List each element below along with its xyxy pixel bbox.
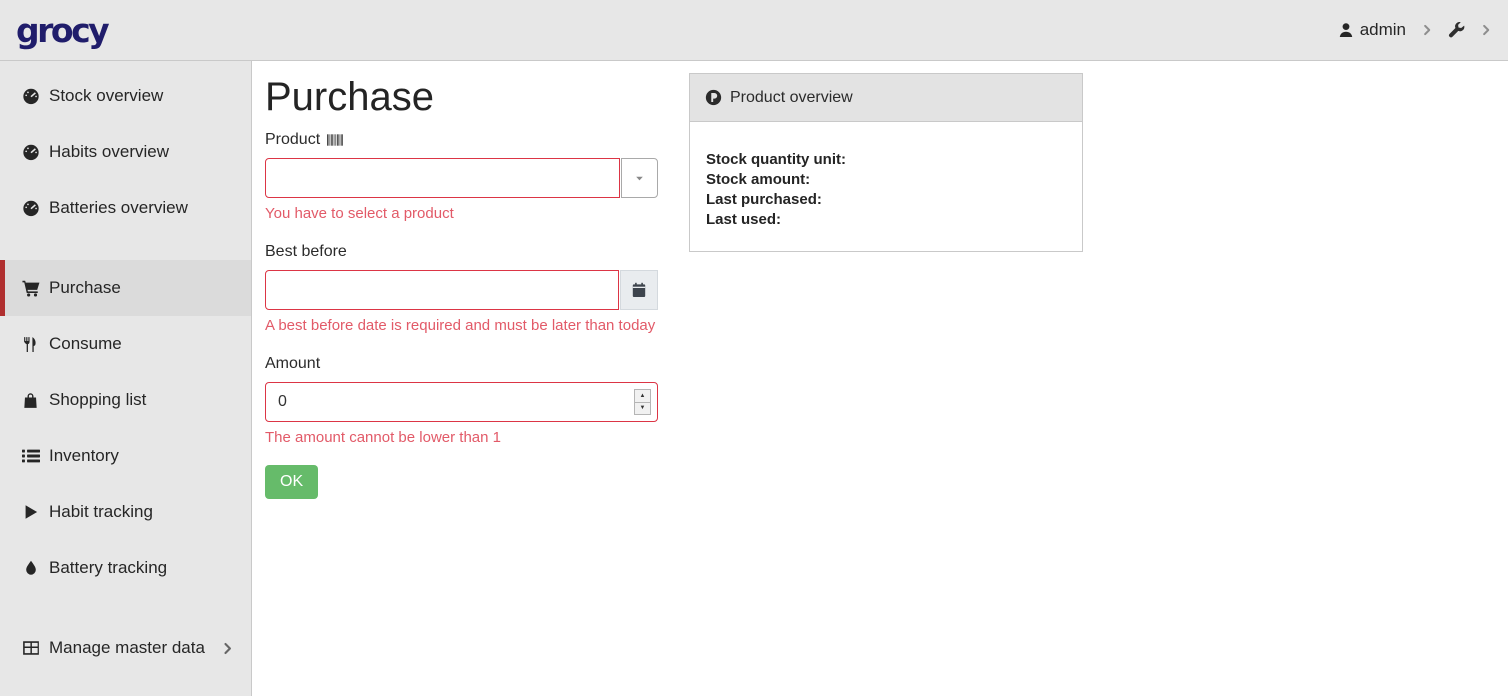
- sidebar-item-label: Stock overview: [49, 86, 163, 106]
- sidebar-item-label: Habits overview: [49, 142, 169, 162]
- product-overview-title: Product overview: [730, 89, 853, 107]
- utensils-icon: [21, 336, 40, 353]
- sidebar-item-habits-overview[interactable]: Habits overview: [0, 124, 251, 180]
- spinner-up-button[interactable]: ▲: [635, 390, 650, 403]
- spinner-down-button[interactable]: ▼: [635, 403, 650, 415]
- sidebar-group-gap: [0, 596, 251, 620]
- calendar-button[interactable]: [620, 270, 658, 310]
- sidebar-item-label: Habit tracking: [49, 502, 153, 522]
- sidebar-item-purchase[interactable]: Purchase: [0, 260, 251, 316]
- ok-button[interactable]: OK: [265, 465, 318, 499]
- user-icon: [1338, 22, 1354, 38]
- amount-label: Amount: [265, 355, 658, 373]
- last-used-label: Last used:: [706, 210, 1066, 230]
- amount-input[interactable]: [265, 382, 658, 422]
- app-logo[interactable]: grocy: [16, 14, 107, 47]
- product-overview-card: Product overview Stock quantity unit: St…: [689, 73, 1083, 252]
- main-content: Purchase Product You have to select a pr…: [253, 61, 1508, 696]
- play-icon: [21, 504, 40, 520]
- product-error: You have to select a product: [265, 205, 658, 222]
- top-header: grocy admin: [0, 0, 1508, 61]
- sidebar-item-label: Consume: [49, 334, 122, 354]
- user-menu[interactable]: admin: [1338, 20, 1406, 40]
- sidebar-item-label: Purchase: [49, 278, 121, 298]
- sidebar-group-gap: [0, 236, 251, 260]
- product-input[interactable]: [265, 158, 620, 198]
- gauge-icon: [21, 199, 40, 217]
- product-hunt-icon: [705, 89, 722, 106]
- best-before-label: Best before: [265, 243, 658, 261]
- table-icon: [21, 639, 40, 657]
- list-icon: [21, 447, 40, 465]
- sidebar-item-label: Shopping list: [49, 390, 146, 410]
- best-before-input[interactable]: [265, 270, 619, 310]
- number-spinner: ▲ ▼: [634, 389, 651, 415]
- shopping-bag-icon: [21, 392, 40, 409]
- sidebar-item-consume[interactable]: Consume: [0, 316, 251, 372]
- last-purchased-label: Last purchased:: [706, 190, 1066, 210]
- product-label: Product: [265, 131, 658, 149]
- sidebar-item-label: Battery tracking: [49, 558, 167, 578]
- sidebar-item-label: Inventory: [49, 446, 119, 466]
- wrench-icon: [1448, 22, 1465, 39]
- sidebar-item-manage-master-data[interactable]: Manage master data: [0, 620, 251, 676]
- purchase-form: Product You have to select a product Bes…: [265, 131, 658, 499]
- gauge-icon: [21, 143, 40, 161]
- cart-icon: [21, 279, 40, 297]
- chevron-right-icon: [221, 642, 234, 655]
- amount-error: The amount cannot be lower than 1: [265, 429, 658, 446]
- sidebar-item-batteries-overview[interactable]: Batteries overview: [0, 180, 251, 236]
- chevron-right-icon[interactable]: [1480, 24, 1492, 36]
- droplet-icon: [21, 560, 40, 576]
- sidebar-item-label: Batteries overview: [49, 198, 188, 218]
- sidebar-item-battery-tracking[interactable]: Battery tracking: [0, 540, 251, 596]
- best-before-error: A best before date is required and must …: [265, 317, 658, 334]
- product-overview-header: Product overview: [690, 74, 1082, 122]
- sidebar-item-label: Manage master data: [49, 638, 205, 658]
- sidebar-item-stock-overview[interactable]: Stock overview: [0, 68, 251, 124]
- calendar-icon: [631, 282, 647, 298]
- sidebar-item-habit-tracking[interactable]: Habit tracking: [0, 484, 251, 540]
- sidebar-item-inventory[interactable]: Inventory: [0, 428, 251, 484]
- user-name: admin: [1360, 20, 1406, 40]
- best-before-input-group: [265, 270, 658, 310]
- settings-button[interactable]: [1448, 22, 1465, 39]
- header-actions: admin: [1338, 20, 1492, 40]
- caret-down-icon: [634, 173, 645, 184]
- stock-amount-label: Stock amount:: [706, 170, 1066, 190]
- product-dropdown-button[interactable]: [621, 158, 658, 198]
- product-overview-body: Stock quantity unit: Stock amount: Last …: [690, 122, 1082, 251]
- sidebar-item-shopping-list[interactable]: Shopping list: [0, 372, 251, 428]
- stock-quantity-unit-label: Stock quantity unit:: [706, 150, 1066, 170]
- product-input-group: [265, 158, 658, 198]
- sidebar-nav: Stock overview Habits overview Batteries…: [0, 61, 252, 696]
- gauge-icon: [21, 87, 40, 105]
- barcode-icon: [327, 133, 346, 147]
- amount-input-group: ▲ ▼: [265, 382, 658, 422]
- chevron-right-icon[interactable]: [1421, 24, 1433, 36]
